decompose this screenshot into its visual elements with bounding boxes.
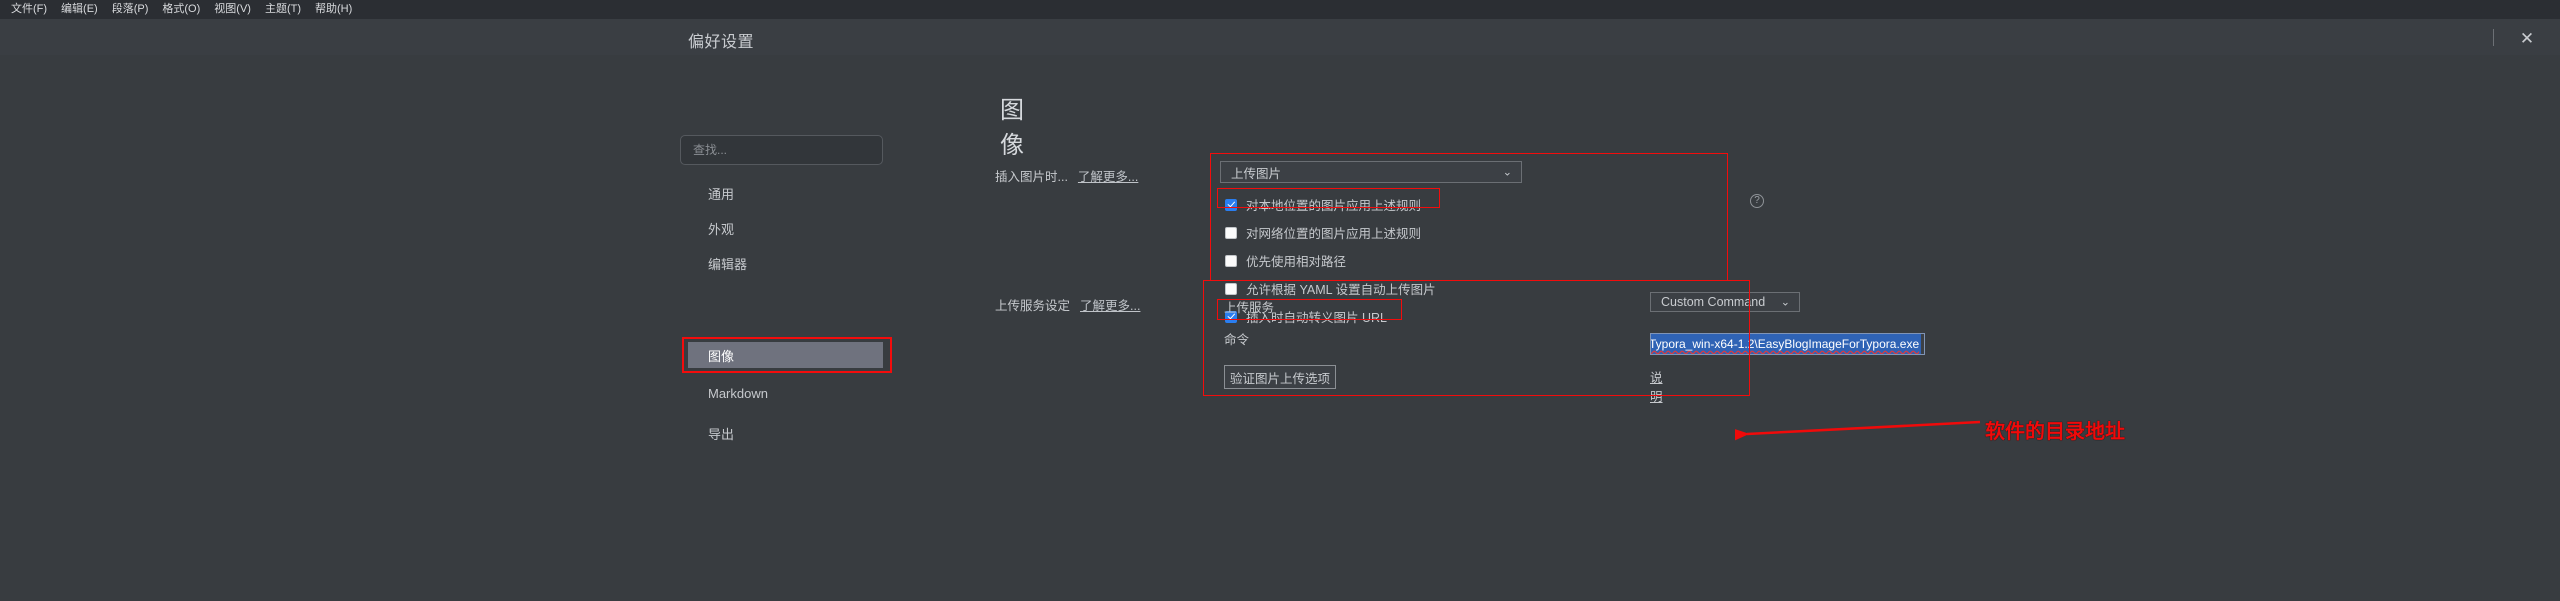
upload-service-panel: 上传服务 命令 Custom Command ⌄ Typora_win-x64-… xyxy=(1210,283,1925,404)
sidebar-item-export[interactable]: 导出 xyxy=(688,420,883,446)
search-box[interactable] xyxy=(680,135,883,165)
sidebar-item-general[interactable]: 通用 xyxy=(688,180,883,206)
chevron-down-icon: ⌄ xyxy=(1502,166,1512,179)
menu-item-view[interactable]: 视图(V) xyxy=(207,1,258,18)
upload-service-label-text: 上传服务设定 xyxy=(995,299,1071,313)
sidebar-item-markdown[interactable]: Markdown xyxy=(688,380,883,406)
checkbox-local-rule[interactable] xyxy=(1225,198,1237,211)
checkbox-local-rule-label: 对本地位置的图片应用上述规则 xyxy=(1246,199,1422,213)
sidebar-item-appearance[interactable]: 外观 xyxy=(688,215,883,241)
chevron-down-icon: ⌄ xyxy=(1780,296,1790,309)
menu-item-paragraph[interactable]: 段落(P) xyxy=(105,1,156,18)
sidebar-item-editor[interactable]: 编辑器 xyxy=(688,250,883,276)
section-title: 图像 xyxy=(1000,97,1024,159)
menu-item-file[interactable]: 文件(F) xyxy=(4,1,54,18)
page-title: 偏好设置 xyxy=(688,34,755,51)
insert-image-rule-value: 上传图片 xyxy=(1231,166,1282,181)
search-input[interactable] xyxy=(681,136,882,164)
titlebar-divider xyxy=(2493,29,2494,46)
checkbox-relative-path[interactable] xyxy=(1225,254,1237,267)
description-link[interactable]: 说明 xyxy=(1650,367,1663,405)
menu-item-help[interactable]: 帮助(H) xyxy=(308,1,359,18)
close-icon[interactable]: ✕ xyxy=(2512,25,2542,51)
insert-image-label-text: 插入图片时... xyxy=(995,170,1068,184)
preferences-body: 通用 外观 编辑器 图像 Markdown 导出 图像 插入图片时... 了解更多… xyxy=(0,55,2560,601)
help-icon[interactable]: ? xyxy=(1750,194,1764,208)
checkbox-relative-path-label: 优先使用相对路径 xyxy=(1246,255,1347,269)
upload-service-learn-more-link[interactable]: 了解更多... xyxy=(1080,299,1140,313)
upload-service-dropdown[interactable]: Custom Command ⌄ xyxy=(1650,292,1800,312)
insert-image-rule-dropdown[interactable]: 上传图片 ⌄ xyxy=(1220,161,1522,183)
menu-item-theme[interactable]: 主题(T) xyxy=(258,1,308,18)
checkbox-row-local-rule[interactable]: 对本地位置的图片应用上述规则 xyxy=(1225,195,1421,214)
command-input[interactable]: Typora_win-x64-1.2\EasyBlogImageForTypor… xyxy=(1650,333,1925,355)
upload-service-field-label: 上传服务 xyxy=(1224,301,1275,315)
menu-item-edit[interactable]: 编辑(E) xyxy=(54,1,105,18)
upload-service-value: Custom Command xyxy=(1661,295,1766,309)
checkbox-row-network-rule[interactable]: 对网络位置的图片应用上述规则 xyxy=(1225,223,1421,242)
command-input-value: Typora_win-x64-1.2\EasyBlogImageForTypor… xyxy=(1651,334,1922,354)
verify-upload-button[interactable]: 验证图片上传选项 xyxy=(1224,365,1336,389)
annotation-arrow-icon xyxy=(1735,420,1981,444)
upload-service-label: 上传服务设定 了解更多... xyxy=(995,295,1140,314)
checkbox-network-rule-label: 对网络位置的图片应用上述规则 xyxy=(1246,227,1422,241)
checkbox-row-relative-path[interactable]: 优先使用相对路径 xyxy=(1225,251,1346,270)
checkbox-network-rule[interactable] xyxy=(1225,226,1237,239)
menu-item-format[interactable]: 格式(O) xyxy=(155,1,207,18)
sidebar-item-image[interactable]: 图像 xyxy=(688,342,883,368)
menu-bar: 文件(F) 编辑(E) 段落(P) 格式(O) 视图(V) 主题(T) 帮助(H… xyxy=(0,0,2560,19)
insert-image-learn-more-link[interactable]: 了解更多... xyxy=(1078,170,1138,184)
insert-image-label: 插入图片时... 了解更多... xyxy=(995,166,1138,185)
command-field-label: 命令 xyxy=(1224,333,1250,347)
title-bar: 偏好设置 ✕ xyxy=(0,19,2560,55)
annotation-label: 软件的目录地址 xyxy=(1985,421,2125,443)
